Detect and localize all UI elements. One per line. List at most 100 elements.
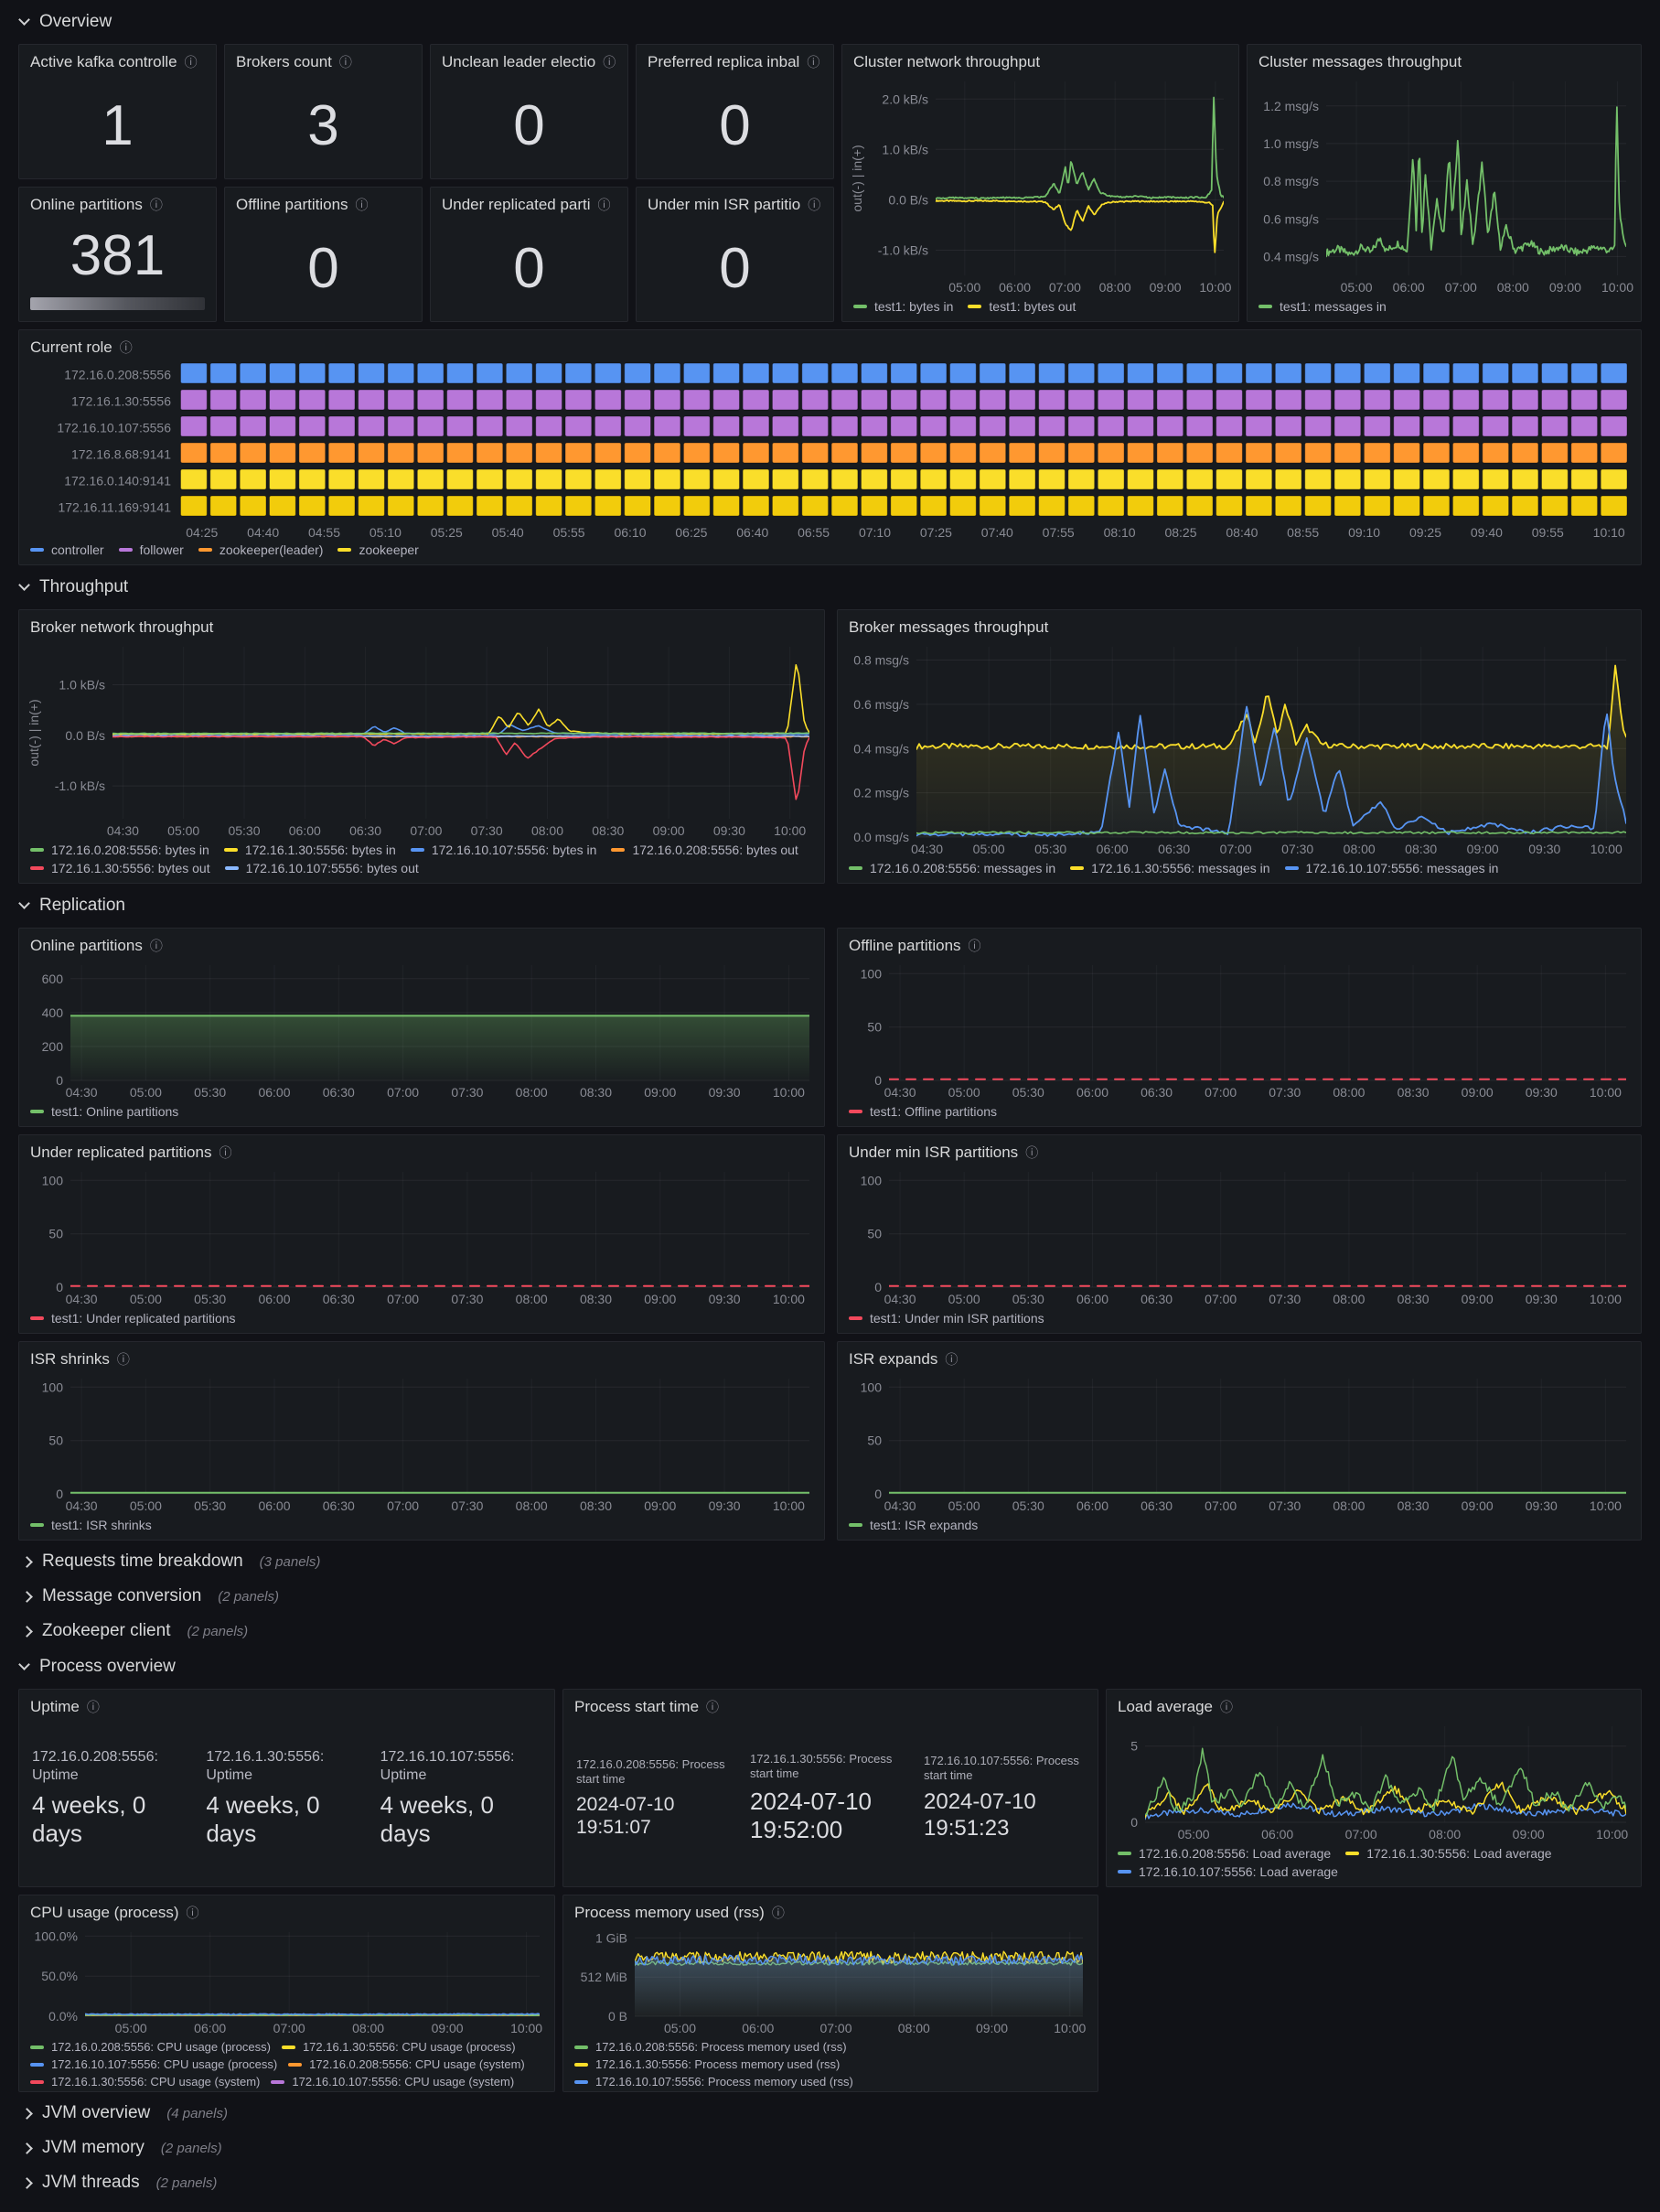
legend-item[interactable]: 172.16.10.107:5556: messages in [1285,861,1499,875]
legend-item[interactable]: 172.16.10.107:5556: bytes out [225,861,419,875]
info-icon[interactable]: ⓘ [187,1904,199,1922]
legend-item[interactable]: 172.16.1.30:5556: messages in [1070,861,1269,875]
info-icon[interactable]: ⓘ [117,1350,130,1369]
info-icon[interactable]: ⓘ [1025,1144,1038,1162]
legend-item[interactable]: 172.16.1.30:5556: bytes in [224,843,396,857]
info-icon[interactable]: ⓘ [706,1698,719,1716]
panel-broker-messages-throughput: Broker messages throughput 0.0 msg/s0.2 … [837,609,1642,884]
legend-item[interactable]: 172.16.1.30:5556: bytes out [30,861,210,875]
legend-item[interactable]: 172.16.10.107:5556: Load average [1118,1864,1338,1879]
online-partitions-chart[interactable]: 020040060004:3005:0005:3006:0006:3007:00… [25,958,819,1102]
chart-legend: test1: ISR shrinks [19,1516,824,1540]
section-process-overview[interactable]: Process overview [18,1652,1642,1681]
offline-partitions-chart[interactable]: 05010004:3005:0005:3006:0006:3007:0007:3… [843,958,1635,1102]
svg-text:10:00: 10:00 [773,1498,805,1513]
info-icon[interactable]: ⓘ [603,53,616,71]
legend-item[interactable]: 172.16.1.30:5556: CPU usage (process) [282,2040,516,2054]
under-min-isr-chart[interactable]: 05010004:3005:0005:3006:0006:3007:0007:3… [843,1165,1635,1309]
section-zookeeper-client[interactable]: Zookeeper client (2 panels) [18,1617,1642,1645]
svg-text:10:10: 10:10 [1593,525,1625,540]
section-jvm-overview[interactable]: JVM overview (4 panels) [18,2099,1642,2127]
legend-item[interactable]: test1: Under replicated partitions [30,1311,236,1326]
legend-item[interactable]: 172.16.1.30:5556: Load average [1345,1846,1551,1861]
legend-item[interactable]: 172.16.0.208:5556: messages in [849,861,1055,875]
legend-item[interactable]: test1: bytes in [853,299,953,314]
legend-item[interactable]: test1: Online partitions [30,1104,178,1119]
section-jvm-threads[interactable]: JVM threads (2 panels) [18,2169,1642,2196]
legend-item[interactable]: 172.16.0.208:5556: bytes out [611,843,798,857]
legend-item[interactable]: 172.16.10.107:5556: bytes in [411,843,597,857]
info-icon[interactable]: ⓘ [339,53,352,71]
legend-label: 172.16.10.107:5556: CPU usage (system) [292,2075,514,2089]
legend-item[interactable]: follower [119,542,184,557]
legend-item[interactable]: test1: Under min ISR partitions [849,1311,1044,1326]
load-average-chart[interactable]: 0505:0006:0007:0008:0009:0010:00 [1112,1719,1635,1844]
legend-item[interactable]: 172.16.10.107:5556: CPU usage (process) [30,2057,277,2071]
legend-item[interactable]: test1: ISR expands [849,1518,978,1532]
legend-item[interactable]: 172.16.1.30:5556: CPU usage (system) [30,2075,260,2089]
info-icon[interactable]: ⓘ [1220,1698,1233,1716]
legend-swatch [271,2080,284,2084]
stat-brokers-count: Brokers countⓘ 3 [224,44,423,179]
under-replicated-chart[interactable]: 05010004:3005:0005:3006:0006:3007:0007:3… [25,1165,819,1309]
legend-swatch [30,848,44,852]
cluster-messages-chart[interactable]: 0.4 msg/s0.6 msg/s0.8 msg/s1.0 msg/s1.2 … [1253,74,1635,297]
broker-messages-chart[interactable]: 0.0 msg/s0.2 msg/s0.4 msg/s0.6 msg/s0.8 … [843,639,1635,859]
panel-title: Active kafka controlle [30,53,177,71]
info-icon[interactable]: ⓘ [807,53,819,71]
section-jvm-memory[interactable]: JVM memory (2 panels) [18,2134,1642,2162]
legend-swatch [611,848,625,852]
legend-item[interactable]: 172.16.10.107:5556: Process memory used … [574,2075,853,2089]
section-overview[interactable]: Overview [18,7,1642,37]
section-message-conversion[interactable]: Message conversion (2 panels) [18,1583,1642,1610]
legend-item[interactable]: controller [30,542,104,557]
section-throughput[interactable]: Throughput [18,573,1642,602]
info-icon[interactable]: ⓘ [219,1144,231,1162]
legend-item[interactable]: test1: Offline partitions [849,1104,997,1119]
info-icon[interactable]: ⓘ [808,196,820,214]
panel-header: Cluster network throughput [842,45,1238,74]
legend-item[interactable]: zookeeper(leader) [198,542,324,557]
cpu-usage-chart[interactable]: 0.0%50.0%100.0%05:0006:0007:0008:0009:00… [25,1925,549,2038]
svg-text:09:00: 09:00 [644,1085,676,1100]
svg-text:09:25: 09:25 [1409,525,1441,540]
svg-text:06:00: 06:00 [258,1085,290,1100]
info-icon[interactable]: ⓘ [150,196,163,214]
info-icon[interactable]: ⓘ [87,1698,100,1716]
broker-network-chart[interactable]: -1.0 kB/s0.0 B/s1.0 kB/s04:3005:0005:300… [25,639,819,841]
svg-text:06:00: 06:00 [1261,1827,1293,1842]
info-icon[interactable]: ⓘ [772,1904,785,1922]
svg-text:07:00: 07:00 [1205,1498,1237,1513]
legend-item[interactable]: test1: messages in [1258,299,1387,314]
legend-item[interactable]: 172.16.0.208:5556: Load average [1118,1846,1331,1861]
legend-item[interactable]: 172.16.10.107:5556: CPU usage (system) [271,2075,514,2089]
info-icon[interactable]: ⓘ [945,1350,958,1369]
isr-shrinks-chart[interactable]: 05010004:3005:0005:3006:0006:3007:0007:3… [25,1371,819,1516]
section-requests-time-breakdown[interactable]: Requests time breakdown (3 panels) [18,1548,1642,1575]
legend-item[interactable]: 172.16.1.30:5556: Process memory used (r… [574,2057,840,2071]
svg-text:07:30: 07:30 [471,823,503,838]
chevron-right-icon [21,1591,33,1603]
info-icon[interactable]: ⓘ [356,196,369,214]
section-replication[interactable]: Replication [18,891,1642,920]
legend-item[interactable]: 172.16.0.208:5556: bytes in [30,843,209,857]
info-icon[interactable]: ⓘ [969,937,981,955]
info-icon[interactable]: ⓘ [185,53,198,71]
cluster-network-chart[interactable]: -1.0 kB/s0.0 B/s1.0 kB/s2.0 kB/s05:0006:… [848,74,1233,297]
info-icon[interactable]: ⓘ [150,937,163,955]
section-title-requests: Requests time breakdown [42,1552,243,1572]
info-icon[interactable]: ⓘ [120,338,133,357]
info-icon[interactable]: ⓘ [598,196,611,214]
memory-rss-chart[interactable]: 0 B512 MiB1 GiB05:0006:0007:0008:0009:00… [569,1925,1092,2038]
legend-item[interactable]: 172.16.0.208:5556: Process memory used (… [574,2040,847,2054]
legend-item[interactable]: zookeeper [337,542,418,557]
legend-item[interactable]: test1: ISR shrinks [30,1518,152,1532]
svg-text:08:00: 08:00 [1344,842,1376,856]
legend-item[interactable]: test1: bytes out [968,299,1076,314]
legend-item[interactable]: 172.16.0.208:5556: CPU usage (process) [30,2040,271,2054]
svg-text:04:30: 04:30 [884,1498,916,1513]
current-role-timeline[interactable]: 172.16.0.208:5556172.16.1.30:5556172.16.… [25,360,1635,541]
legend-item[interactable]: 172.16.0.208:5556: CPU usage (system) [288,2057,525,2071]
isr-expands-chart[interactable]: 05010004:3005:0005:3006:0006:3007:0007:3… [843,1371,1635,1516]
svg-text:09:30: 09:30 [709,1292,741,1306]
